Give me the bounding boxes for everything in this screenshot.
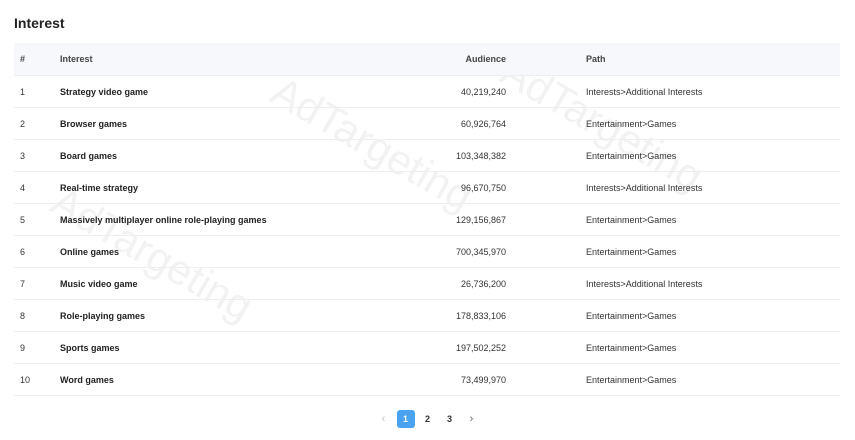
table-row: 4 Real-time strategy 96,670,750 Interest… [14,171,840,204]
row-path: Entertainment>Games [586,139,840,172]
row-path: Interests>Additional Interests [586,267,840,300]
table-row: 10 Word games 73,499,970 Entertainment>G… [14,363,840,396]
row-interest: Sports games [60,331,390,364]
row-interest: Word games [60,363,390,396]
row-audience: 178,833,106 [390,299,506,332]
page-button-1[interactable]: 1 [396,410,415,428]
row-interest: Music video game [60,267,390,300]
row-audience: 96,670,750 [390,171,506,204]
row-index: 7 [14,267,60,300]
row-audience: 73,499,970 [390,363,506,396]
row-path: Entertainment>Games [586,331,840,364]
row-audience: 60,926,764 [390,107,506,140]
chevron-right-icon[interactable]: › [463,410,481,428]
row-spacer [506,299,586,332]
row-spacer [506,171,586,204]
chevron-left-icon[interactable]: ‹ [375,410,393,428]
row-spacer [506,139,586,172]
column-header-path: Path [586,43,840,76]
row-path: Entertainment>Games [586,107,840,140]
row-audience: 129,156,867 [390,203,506,236]
table-header-row: # Interest Audience Path [14,43,840,76]
table-row: 3 Board games 103,348,382 Entertainment>… [14,139,840,172]
pagination: ‹ 1 2 3 › [0,409,855,429]
row-index: 6 [14,235,60,268]
row-path: Entertainment>Games [586,203,840,236]
table-row: 7 Music video game 26,736,200 Interests>… [14,267,840,300]
row-interest: Massively multiplayer online role-playin… [60,203,390,236]
row-path: Entertainment>Games [586,363,840,396]
table-row: 1 Strategy video game 40,219,240 Interes… [14,75,840,108]
row-path: Entertainment>Games [586,235,840,268]
table-row: 2 Browser games 60,926,764 Entertainment… [14,107,840,140]
row-path: Interests>Additional Interests [586,171,840,204]
row-index: 2 [14,107,60,140]
interest-page: AdTargeting AdTargeting AdTargeting Inte… [0,0,855,440]
row-spacer [506,331,586,364]
row-interest: Browser games [60,107,390,140]
row-audience: 103,348,382 [390,139,506,172]
row-index: 3 [14,139,60,172]
column-header-index: # [14,43,60,76]
row-index: 9 [14,331,60,364]
row-index: 1 [14,75,60,108]
row-interest: Role-playing games [60,299,390,332]
page-title: Interest [14,15,65,31]
row-audience: 40,219,240 [390,75,506,108]
row-spacer [506,75,586,108]
row-audience: 700,345,970 [390,235,506,268]
table-row: 6 Online games 700,345,970 Entertainment… [14,235,840,268]
row-spacer [506,203,586,236]
row-interest: Real-time strategy [60,171,390,204]
column-header-interest: Interest [60,43,390,76]
row-index: 4 [14,171,60,204]
row-index: 5 [14,203,60,236]
table-row: 5 Massively multiplayer online role-play… [14,203,840,236]
column-spacer [506,43,586,76]
table-row: 8 Role-playing games 178,833,106 Enterta… [14,299,840,332]
interest-table: # Interest Audience Path 1 Strategy vide… [14,43,840,396]
row-spacer [506,363,586,396]
row-index: 10 [14,363,60,396]
column-header-audience: Audience [390,43,506,76]
row-audience: 26,736,200 [390,267,506,300]
row-audience: 197,502,252 [390,331,506,364]
row-spacer [506,267,586,300]
table-row: 9 Sports games 197,502,252 Entertainment… [14,331,840,364]
page-button-3[interactable]: 3 [441,410,459,428]
row-path: Entertainment>Games [586,299,840,332]
row-interest: Online games [60,235,390,268]
row-spacer [506,235,586,268]
row-path: Interests>Additional Interests [586,75,840,108]
page-button-2[interactable]: 2 [419,410,437,428]
row-interest: Board games [60,139,390,172]
row-spacer [506,107,586,140]
row-index: 8 [14,299,60,332]
row-interest: Strategy video game [60,75,390,108]
